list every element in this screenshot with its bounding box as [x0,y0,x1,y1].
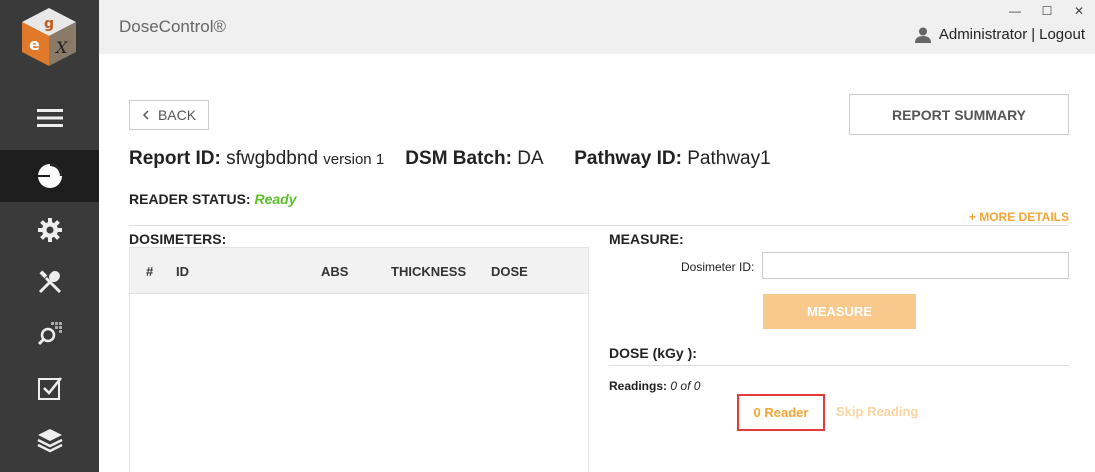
user-bar: Administrator | Logout [914,26,1085,43]
svg-text:X: X [54,38,68,57]
report-id-label: Report ID: [129,148,221,169]
measure-title: MEASURE: [609,231,684,247]
readings-count: Readings: 0 of 0 [609,379,700,393]
user-separator: | [1031,26,1036,43]
sidebar-item-tools[interactable] [0,256,99,308]
pathway-id-value: Pathway1 [687,148,771,169]
version-text: version 1 [323,151,385,168]
user-icon [914,27,931,43]
dose-title: DOSE (kGy ): [609,345,697,361]
readings-total: 0 [693,379,701,393]
svg-text:g: g [44,16,54,32]
readings-current: 0 [670,379,678,393]
more-details-link[interactable]: + MORE DETAILS [969,210,1069,224]
svg-text:e: e [29,35,40,54]
reader-status: READER STATUS: Ready [129,191,297,207]
search-grid-icon [37,322,62,346]
title-bar: DoseControl® — ☐ ✕ Administrator | Logou… [99,0,1095,54]
report-info-line: Report ID: sfwgbdbnd version 1 DSM Batch… [129,148,771,170]
column-header-abs: ABS [321,264,349,279]
gear-icon [37,218,62,242]
readings-label: Readings: [609,379,668,393]
pathway-id-label: Pathway ID: [574,148,682,169]
app-title: DoseControl® [119,17,227,36]
table-header: # ID ABS THICKNESS DOSE [130,248,588,294]
skip-reading-button[interactable]: Skip Reading [836,404,918,419]
back-button-label: BACK [157,107,197,123]
divider [609,365,1069,366]
tools-icon [38,270,61,294]
column-header-number: # [146,264,154,279]
minimize-button[interactable]: — [1005,4,1025,18]
chevron-left-icon [142,110,149,120]
dashboard-pie-icon [37,164,62,188]
sidebar-item-layers[interactable] [0,414,99,466]
dosimeters-table: # ID ABS THICKNESS DOSE [129,247,589,472]
layers-icon [36,429,63,453]
dosimeter-id-label: Dosimeter ID: [681,260,755,274]
sidebar-item-settings[interactable] [0,204,99,256]
divider [129,225,1069,226]
report-summary-button[interactable]: REPORT SUMMARY [849,94,1069,135]
column-header-thickness: THICKNESS [391,264,467,279]
column-header-id: ID [176,264,189,279]
sidebar: g e X [0,0,99,472]
maximize-button[interactable]: ☐ [1037,4,1057,18]
close-button[interactable]: ✕ [1069,4,1089,18]
sidebar-item-checklist[interactable] [0,362,99,414]
logout-link[interactable]: Logout [1039,26,1085,43]
reader-status-label: READER STATUS: [129,191,251,207]
sidebar-item-menu[interactable] [0,92,99,144]
report-id-value: sfwgbdbnd [226,148,319,169]
dosimeter-id-input[interactable] [762,252,1069,279]
dsm-batch-value: DA [517,148,543,169]
checkbox-icon [37,377,62,400]
reader-button[interactable]: 0 Reader [737,394,825,431]
sidebar-item-dashboard[interactable] [0,150,99,202]
reader-status-value: Ready [254,191,297,207]
user-name: Administrator [938,26,1028,43]
dosimeters-title: DOSIMETERS: [129,231,227,247]
back-button[interactable]: BACK [129,100,209,130]
sidebar-item-search[interactable] [0,308,99,360]
hamburger-menu-icon [36,109,63,127]
measure-button[interactable]: MEASURE [763,294,916,329]
readings-of: of [680,379,691,393]
app-logo: g e X [18,6,80,68]
column-header-dose: DOSE [491,264,528,279]
dsm-batch-label: DSM Batch: [405,148,512,169]
